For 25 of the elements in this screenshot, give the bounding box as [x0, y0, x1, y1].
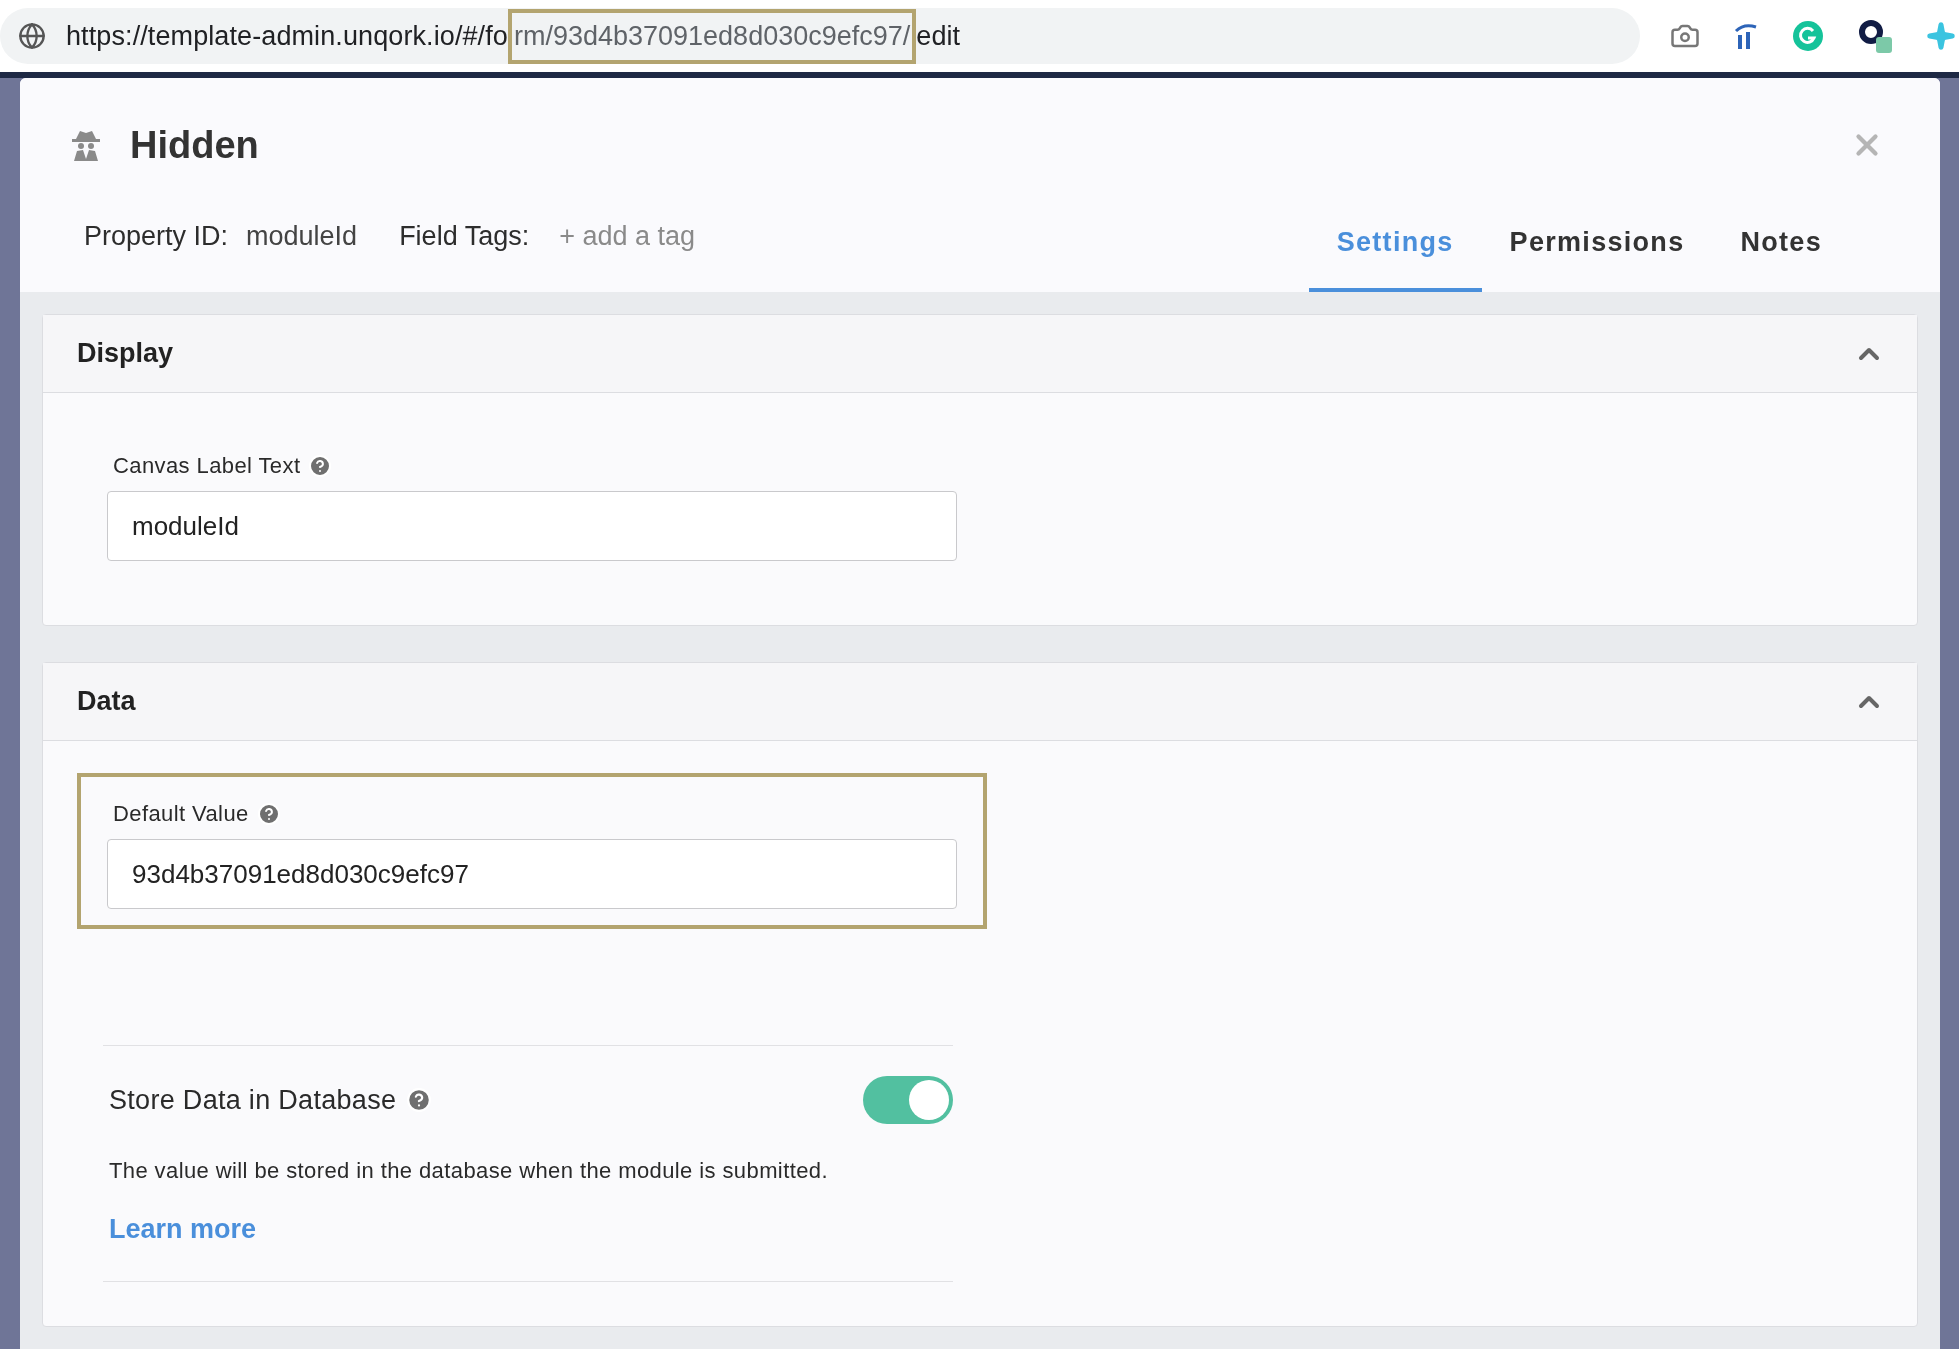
chart-icon[interactable] — [1734, 23, 1758, 49]
tab[interactable]: Permissions — [1481, 227, 1713, 292]
url-text: edit — [916, 20, 961, 52]
toggle-switch[interactable] — [863, 1076, 953, 1124]
panel-header[interactable]: Display — [43, 315, 1917, 393]
field-label: Canvas Label Text — [113, 453, 301, 479]
address-bar[interactable]: https://template-admin.unqork.io/#/fo rm/93d4b37091ed8d030c9efc97/ edit — [0, 8, 1640, 64]
tab[interactable]: Notes — [1712, 227, 1850, 292]
spy-icon — [72, 129, 100, 161]
field-label: Default Value — [113, 801, 249, 827]
text-field[interactable]: moduleId — [107, 491, 957, 561]
property-id-label: Property ID: — [84, 221, 229, 252]
description-text: The value will be stored in the database when the module is submitted. — [109, 1158, 829, 1184]
text-field[interactable]: 93d4b37091ed8d030c9efc97 — [107, 839, 957, 909]
panel-header[interactable]: Data — [43, 663, 1917, 741]
panel-title: Display — [77, 338, 174, 369]
field-tags-label: Field Tags: — [399, 221, 530, 252]
highlighted-url-text: rm/93d4b37091ed8d030c9efc97/ — [507, 8, 917, 64]
url-text: https://template-admin.unqork.io/#/fo — [66, 20, 508, 52]
property-id-value: moduleId — [246, 221, 358, 252]
toggle-label: Store Data in Database — [109, 1084, 397, 1116]
dialog-title: Hidden — [130, 123, 260, 167]
panel-title: Data — [77, 686, 136, 717]
globe-icon — [18, 22, 46, 50]
extension-icon[interactable] — [1858, 19, 1892, 53]
